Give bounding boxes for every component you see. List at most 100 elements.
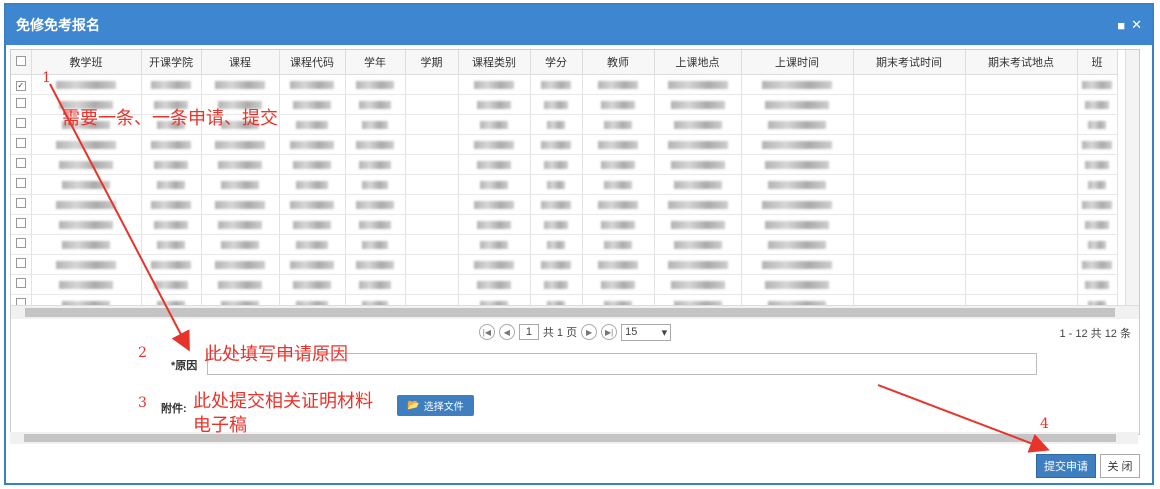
table-cell bbox=[141, 154, 202, 175]
first-page-icon[interactable]: |◀ bbox=[478, 324, 495, 340]
table-cell bbox=[405, 214, 459, 235]
row-checkbox[interactable] bbox=[11, 134, 32, 155]
table-cell bbox=[853, 154, 966, 175]
column-header[interactable]: 课程类别 bbox=[458, 50, 531, 75]
table-cell bbox=[405, 274, 459, 295]
row-checkbox[interactable] bbox=[11, 234, 32, 255]
column-header[interactable]: 期末考试时间 bbox=[853, 50, 966, 75]
table-row[interactable] bbox=[11, 214, 1118, 235]
row-checkbox[interactable]: ✓ bbox=[11, 74, 32, 95]
close-icon[interactable]: ✕ bbox=[1131, 17, 1142, 33]
select-all-checkbox[interactable] bbox=[11, 50, 32, 75]
close-button[interactable]: 关 闭 bbox=[1100, 454, 1140, 478]
table-cell bbox=[31, 174, 142, 195]
table-cell bbox=[853, 194, 966, 215]
table-cell bbox=[530, 74, 583, 95]
table-cell bbox=[582, 94, 655, 115]
table-row[interactable] bbox=[11, 274, 1118, 295]
table-cell bbox=[853, 274, 966, 295]
table-cell bbox=[530, 274, 583, 295]
table-row[interactable] bbox=[11, 294, 1118, 305]
table-cell bbox=[965, 114, 1078, 135]
table-cell bbox=[458, 114, 531, 135]
row-checkbox[interactable] bbox=[11, 194, 32, 215]
annotation-number-4: 4 bbox=[1040, 416, 1049, 432]
table-cell bbox=[279, 114, 346, 135]
row-checkbox[interactable] bbox=[11, 154, 32, 175]
annotation-number-2: 2 bbox=[138, 345, 147, 361]
column-header[interactable]: 课程 bbox=[201, 50, 280, 75]
table-cell bbox=[530, 254, 583, 275]
prev-page-icon[interactable]: ◀ bbox=[498, 324, 515, 340]
table-cell bbox=[1077, 214, 1118, 235]
table-cell bbox=[965, 154, 1078, 175]
table-cell bbox=[582, 274, 655, 295]
column-header[interactable]: 学期 bbox=[405, 50, 459, 75]
table-cell bbox=[530, 154, 583, 175]
column-header[interactable]: 班 bbox=[1077, 50, 1118, 75]
table-cell bbox=[582, 194, 655, 215]
table-cell bbox=[965, 234, 1078, 255]
maximize-icon[interactable]: ■ bbox=[1117, 18, 1125, 33]
table-cell bbox=[141, 134, 202, 155]
column-header[interactable]: 教师 bbox=[582, 50, 655, 75]
table-row[interactable] bbox=[11, 174, 1118, 195]
table-cell bbox=[345, 154, 406, 175]
table-cell bbox=[345, 234, 406, 255]
row-checkbox[interactable] bbox=[11, 214, 32, 235]
table-cell bbox=[853, 94, 966, 115]
dialog-titlebar[interactable]: 免修免考报名 ■ ✕ bbox=[6, 5, 1152, 45]
row-checkbox[interactable] bbox=[11, 174, 32, 195]
grid-vertical-scrollbar[interactable] bbox=[1125, 50, 1139, 305]
choose-file-button[interactable]: 📂 选择文件 bbox=[397, 395, 474, 416]
row-checkbox[interactable] bbox=[11, 274, 32, 295]
table-cell bbox=[741, 74, 854, 95]
table-cell bbox=[654, 194, 742, 215]
table-cell bbox=[741, 174, 854, 195]
row-checkbox[interactable] bbox=[11, 114, 32, 135]
column-header[interactable]: 上课地点 bbox=[654, 50, 742, 75]
table-cell bbox=[1077, 194, 1118, 215]
table-row[interactable] bbox=[11, 194, 1118, 215]
table-row[interactable] bbox=[11, 234, 1118, 255]
grid-horizontal-scrollbar[interactable] bbox=[11, 305, 1139, 319]
column-header[interactable]: 开课学院 bbox=[141, 50, 202, 75]
table-row[interactable]: ✓ bbox=[11, 74, 1118, 95]
table-cell bbox=[31, 194, 142, 215]
table-cell bbox=[279, 234, 346, 255]
page-size-select[interactable]: 15 ▾ bbox=[621, 323, 672, 341]
table-cell bbox=[853, 114, 966, 135]
table-cell bbox=[965, 274, 1078, 295]
course-table: 教学班 开课学院 课程 课程代码 学年 学期 课程类别 学分 教师 上课地点 上… bbox=[11, 50, 1118, 305]
table-cell bbox=[279, 154, 346, 175]
column-header[interactable]: 学分 bbox=[530, 50, 583, 75]
row-checkbox[interactable] bbox=[11, 254, 32, 275]
table-cell bbox=[582, 134, 655, 155]
table-row[interactable] bbox=[11, 254, 1118, 275]
column-header[interactable]: 学年 bbox=[345, 50, 406, 75]
table-row[interactable] bbox=[11, 154, 1118, 175]
table-cell bbox=[279, 254, 346, 275]
table-row[interactable] bbox=[11, 134, 1118, 155]
row-checkbox[interactable] bbox=[11, 94, 32, 115]
table-cell bbox=[582, 174, 655, 195]
table-cell bbox=[530, 214, 583, 235]
next-page-icon[interactable]: ▶ bbox=[581, 324, 598, 340]
column-header[interactable]: 期末考试地点 bbox=[965, 50, 1078, 75]
table-cell bbox=[458, 74, 531, 95]
table-cell bbox=[458, 174, 531, 195]
course-grid: 教学班 开课学院 课程 课程代码 学年 学期 课程类别 学分 教师 上课地点 上… bbox=[11, 50, 1126, 305]
table-cell bbox=[31, 214, 142, 235]
table-cell bbox=[279, 194, 346, 215]
table-cell bbox=[405, 114, 459, 135]
table-cell bbox=[31, 274, 142, 295]
column-header[interactable]: 上课时间 bbox=[741, 50, 854, 75]
table-cell bbox=[141, 274, 202, 295]
table-cell bbox=[582, 254, 655, 275]
page-number-input[interactable]: 1 bbox=[518, 324, 539, 340]
row-checkbox[interactable] bbox=[11, 294, 32, 305]
last-page-icon[interactable]: ▶| bbox=[601, 324, 618, 340]
submit-application-button[interactable]: 提交申请 bbox=[1036, 454, 1096, 478]
column-header[interactable]: 课程代码 bbox=[279, 50, 346, 75]
body-horizontal-scrollbar[interactable] bbox=[10, 432, 1138, 444]
